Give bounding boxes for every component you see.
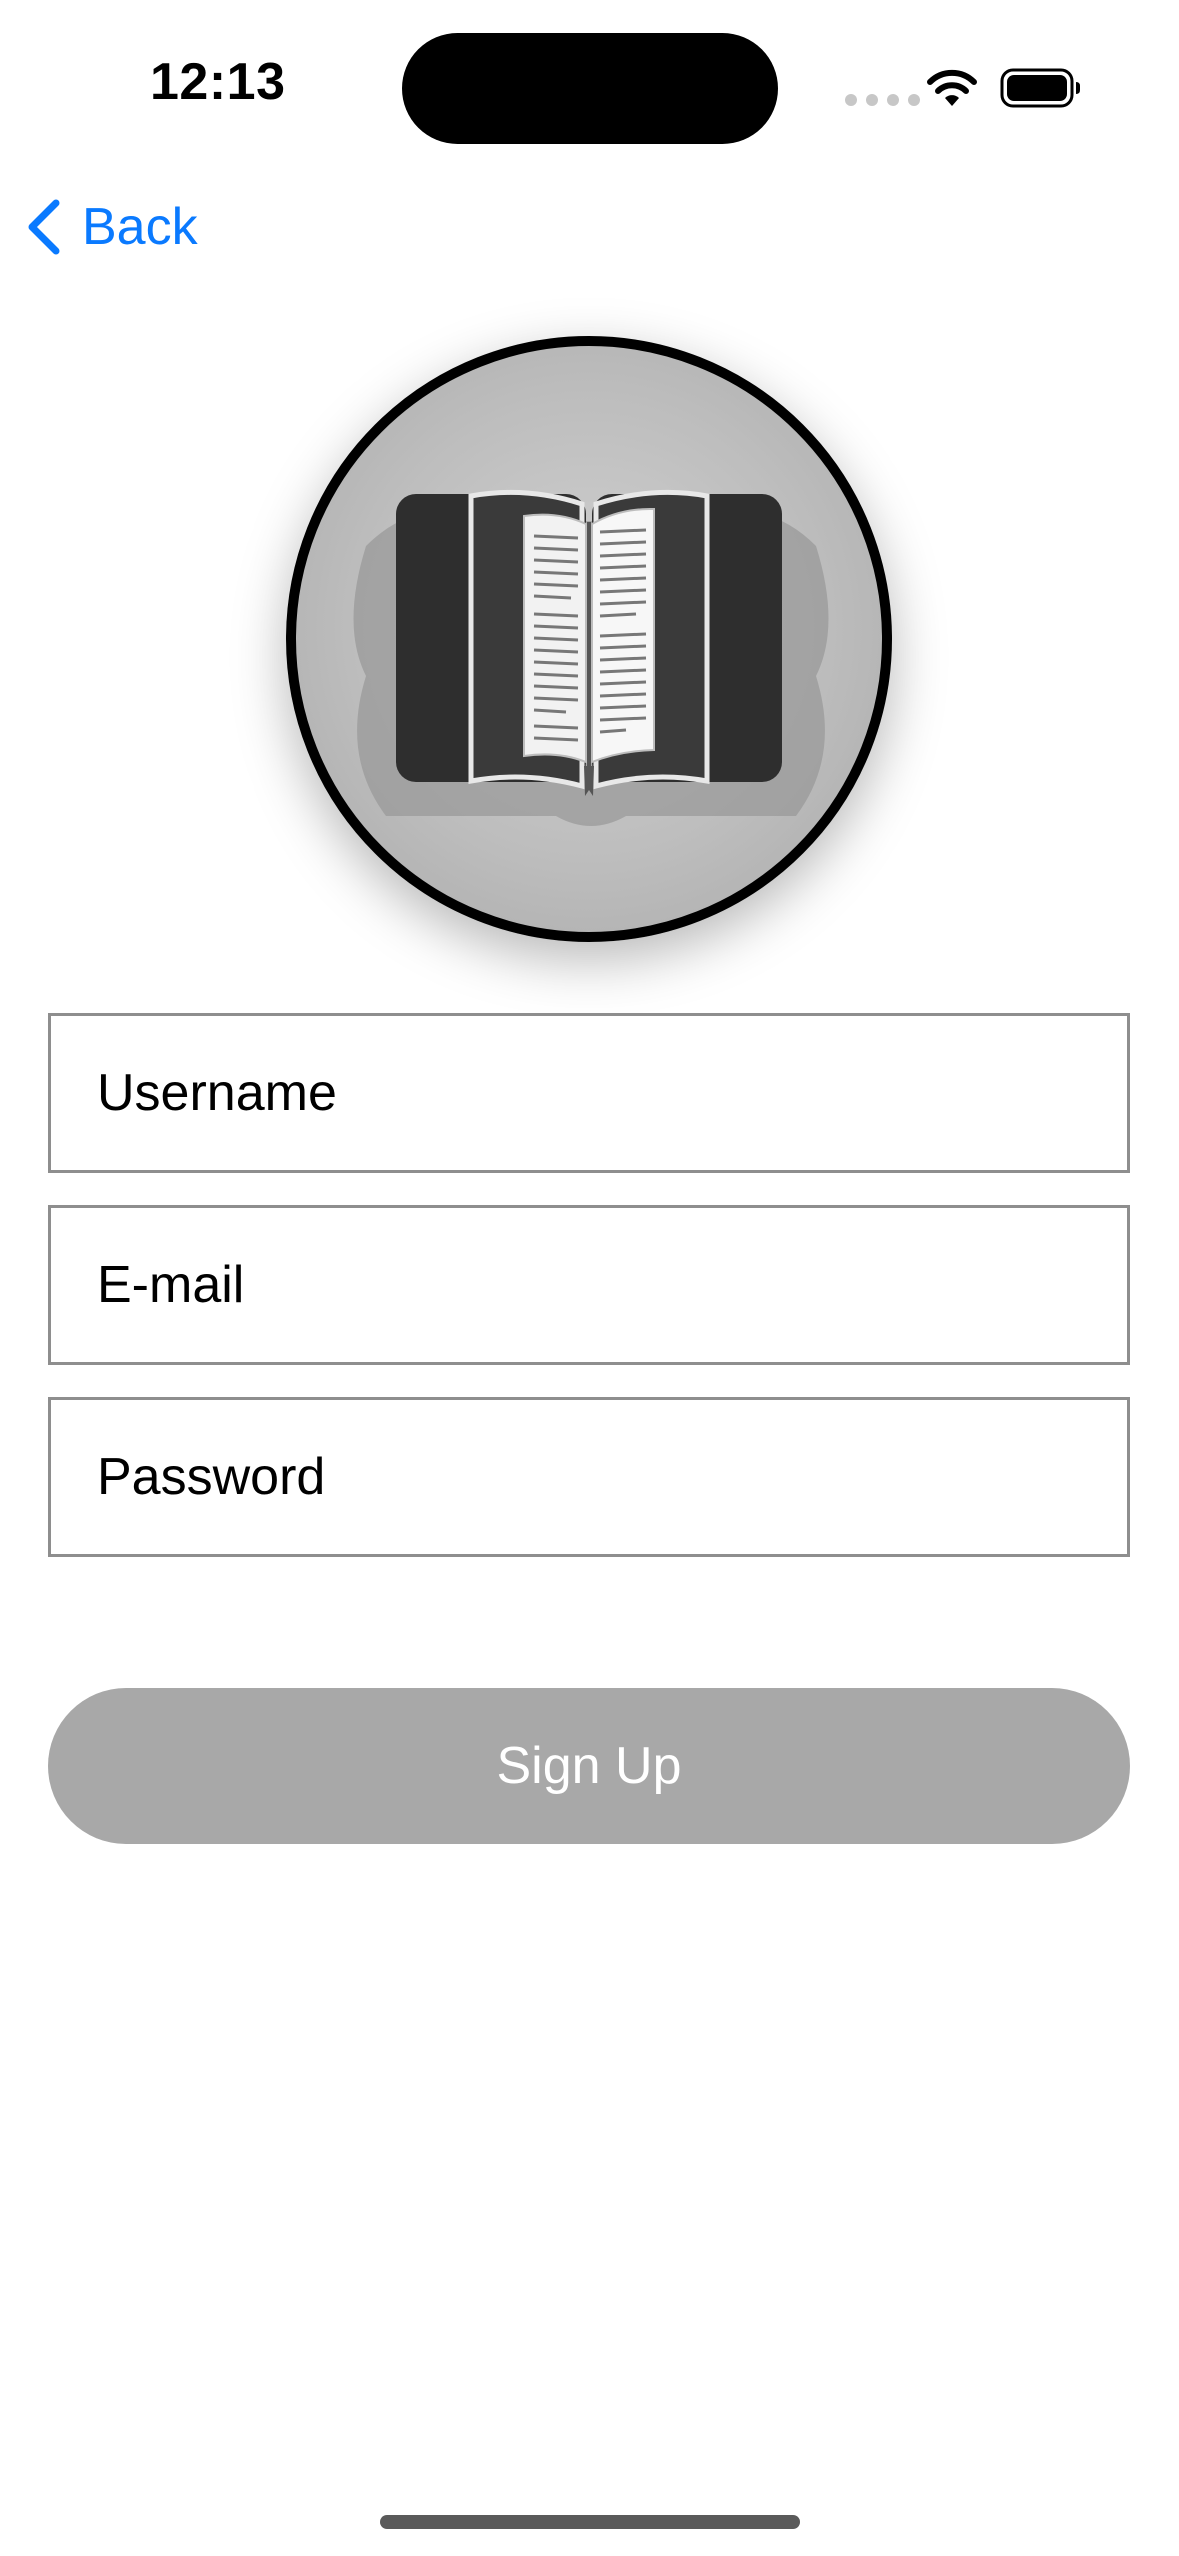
battery-icon — [1000, 68, 1080, 108]
chevron-left-icon — [28, 199, 60, 255]
back-label: Back — [82, 198, 198, 256]
wifi-icon — [927, 69, 977, 106]
sign-up-button[interactable]: Sign Up — [48, 1688, 1130, 1844]
password-input[interactable] — [48, 1397, 1130, 1557]
cellular-signal-icon — [845, 94, 920, 106]
dynamic-island — [402, 33, 778, 144]
email-input[interactable] — [48, 1205, 1130, 1365]
home-indicator — [380, 2515, 800, 2529]
app-logo — [286, 336, 892, 942]
username-input[interactable] — [48, 1013, 1130, 1173]
status-time: 12:13 — [150, 53, 286, 111]
back-button[interactable]: Back — [24, 195, 198, 259]
open-book-icon — [353, 489, 829, 826]
